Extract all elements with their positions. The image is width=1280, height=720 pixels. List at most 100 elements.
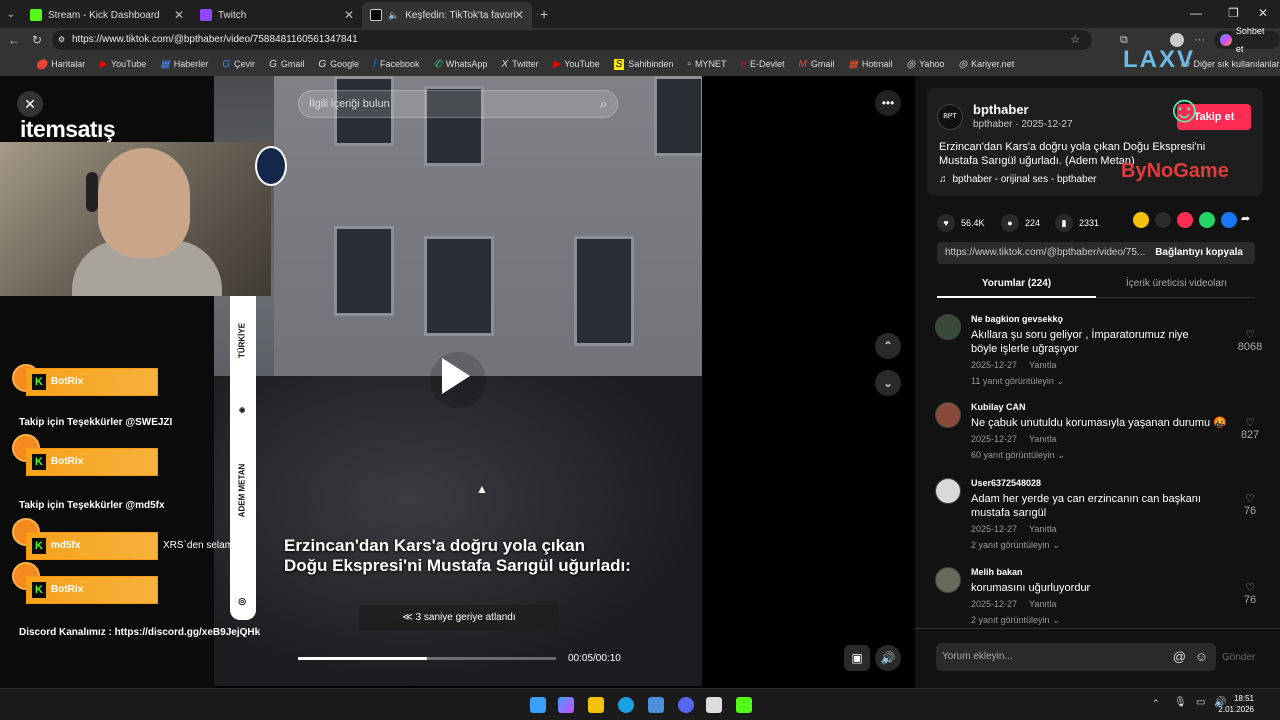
app-icon[interactable] [706, 697, 722, 713]
view-replies-button[interactable]: 2 yanıt görüntüleyin [971, 540, 1050, 550]
reply-button[interactable]: Yanıtla [1029, 434, 1056, 444]
user-avatar[interactable] [935, 314, 961, 340]
bookmark-google[interactable]: G Google [318, 59, 359, 70]
close-icon[interactable]: ✕ [514, 8, 524, 22]
video-player[interactable]: İlgili içeriği bulun ⌕ Erzincan'dan Kars… [214, 76, 702, 686]
copilot-taskbar-icon[interactable] [558, 697, 574, 713]
close-icon[interactable]: ✕ [344, 8, 354, 22]
bookmark-yahoo[interactable]: ◎ Yahoo [906, 59, 944, 70]
windows-start-icon[interactable] [530, 697, 546, 713]
bookmark-facebook[interactable]: f Facebook [373, 59, 419, 70]
mention-icon[interactable]: @ [1173, 643, 1186, 671]
comment-like[interactable]: ♡ 76 [1230, 581, 1270, 606]
tab-creator-videos[interactable]: İçerik üreticisi videoları [1097, 274, 1256, 289]
tab-tiktok[interactable]: 🔈 Keşfedin: TikTok'ta favori vide ✕ [362, 2, 532, 28]
volume-button[interactable]: 🔊 [875, 645, 901, 671]
view-replies-button[interactable]: 11 yanıt görüntüleyin [971, 376, 1054, 386]
favorite-star-icon[interactable]: ☆ [1070, 30, 1080, 50]
reply-button[interactable]: Yanıtla [1029, 524, 1056, 534]
bookmark-sahibinden[interactable]: S Sahibinden [613, 58, 673, 70]
refresh-icon[interactable]: ↻ [32, 33, 42, 47]
bookmark-youtube-2[interactable]: ▶ YouTube [553, 59, 600, 70]
bookmark-gmail-2[interactable]: M Gmail [799, 59, 835, 70]
close-icon[interactable]: ✕ [174, 8, 184, 22]
tab-list-icon[interactable]: ⌄ [0, 9, 22, 20]
window-close-icon[interactable]: ✕ [1258, 6, 1268, 20]
bookmark-kariyer[interactable]: ◎ Kariyer.net [958, 59, 1014, 70]
file-explorer-icon[interactable] [588, 697, 604, 713]
previous-video-button[interactable]: ⌃ [875, 333, 901, 359]
embed-icon[interactable] [1155, 212, 1171, 228]
comment-user[interactable]: User6372548028 [971, 478, 1270, 488]
sound-row[interactable]: ♫ bpthaber - orijinal ses - bpthaber [939, 174, 1096, 185]
whatsapp-share-icon[interactable] [1199, 212, 1215, 228]
more-icon[interactable]: ··· [1194, 34, 1205, 46]
reply-button[interactable]: Yanıtla [1029, 360, 1056, 370]
bookmark-edevlet[interactable]: e E-Devlet [740, 59, 784, 70]
send-icon[interactable] [1177, 212, 1193, 228]
progress-bar[interactable] [298, 657, 556, 660]
profile-avatar[interactable] [1170, 33, 1184, 47]
play-icon[interactable] [442, 358, 470, 394]
related-search-input[interactable]: İlgili içeriği bulun ⌕ [298, 90, 618, 118]
facebook-share-icon[interactable] [1221, 212, 1237, 228]
bookmark-mynet[interactable]: ▫ MYNET [687, 59, 726, 70]
bookmark-gmail[interactable]: G Gmail [269, 59, 304, 70]
comment-user[interactable]: Ne bagkion gevsekkϙ [971, 314, 1270, 324]
tray-chevron-icon[interactable]: ⌃ [1152, 698, 1160, 709]
store-icon[interactable] [648, 697, 664, 713]
maximize-icon[interactable]: ❐ [1228, 6, 1239, 20]
network-icon[interactable]: ▭ [1196, 697, 1205, 708]
view-replies-button[interactable]: 60 yanıt görüntüleyin [971, 450, 1055, 460]
tab-twitch[interactable]: Twitch ✕ [192, 2, 362, 28]
copilot-button[interactable]: Sohbet et [1214, 26, 1280, 54]
user-avatar[interactable] [935, 402, 961, 428]
user-avatar[interactable] [935, 478, 961, 504]
bookmark-whatsapp[interactable]: ✆ WhatsApp [433, 59, 487, 70]
microphone-icon[interactable]: 🎙 [1174, 697, 1187, 708]
channel-avatar[interactable]: BPT [937, 104, 963, 130]
bookmark-haberler[interactable]: ▦ Haberler [160, 59, 208, 70]
discord-icon[interactable] [678, 697, 694, 713]
send-button[interactable]: Gönder [1222, 652, 1255, 663]
tab-comments[interactable]: Yorumlar (224) [937, 274, 1096, 298]
like-stat[interactable]: ♥ 56.4K [937, 214, 985, 232]
bookmark-twitter[interactable]: X Twitter [501, 59, 538, 70]
pip-icon[interactable]: ▣ [844, 645, 870, 671]
view-replies-button[interactable]: 2 yanıt görüntüleyin [971, 615, 1050, 625]
bookmark-haritalar[interactable]: ⬤ Haritalar [36, 59, 85, 70]
back-icon[interactable]: ← [8, 33, 20, 47]
bookmark-youtube[interactable]: ▶ YouTube [99, 59, 146, 70]
copy-link-button[interactable]: Bağlantıyı kopyala [1155, 242, 1243, 264]
edge-icon[interactable] [618, 697, 634, 713]
extensions-icon[interactable]: ⧉ [1120, 34, 1128, 47]
emoji-icon[interactable]: ☺ [1195, 643, 1208, 671]
bookmark-cevir[interactable]: G Çevir [222, 59, 255, 70]
address-bar[interactable]: ⚙ https://www.tiktok.com/@bpthaber/video… [52, 30, 1092, 50]
clock[interactable]: 18:51 2.01.2026 [1218, 693, 1254, 715]
site-info-icon[interactable]: ⚙ [58, 30, 65, 50]
search-icon[interactable]: ⌕ [600, 91, 607, 117]
obs-icon[interactable] [736, 697, 752, 713]
save-stat[interactable]: ▮ 2331 [1055, 214, 1099, 232]
channel-name[interactable]: bpthaber [973, 102, 1029, 117]
comment-like[interactable]: ♡ 8068 [1230, 328, 1270, 353]
user-avatar[interactable] [935, 567, 961, 593]
comment-stat[interactable]: ● 224 [1001, 214, 1040, 232]
speaker-icon[interactable]: 🔈 [388, 10, 399, 21]
minimize-icon[interactable]: — [1190, 6, 1202, 20]
close-video-button[interactable]: ✕ [17, 91, 43, 117]
bookmark-hotmail[interactable]: ▦ Hotmail [848, 59, 892, 70]
next-video-button[interactable]: ⌄ [875, 370, 901, 396]
more-options-button[interactable]: ••• [875, 90, 901, 116]
new-tab-icon[interactable]: + [540, 6, 548, 22]
comment-like[interactable]: ♡ 76 [1230, 492, 1270, 517]
repost-icon[interactable] [1133, 212, 1149, 228]
reply-button[interactable]: Yanıtla [1029, 599, 1056, 609]
comment-user[interactable]: Melih bakan [971, 567, 1270, 577]
share-arrow-icon[interactable]: ➦ [1241, 212, 1250, 225]
comment-user[interactable]: Kubilay CAN [971, 402, 1270, 412]
tab-kick[interactable]: Stream - Kick Dashboard ✕ [22, 2, 192, 28]
comment-like[interactable]: ♡ 827 [1230, 416, 1270, 441]
comment-input[interactable]: Yorum ekleyin... @ ☺ [936, 643, 1216, 671]
